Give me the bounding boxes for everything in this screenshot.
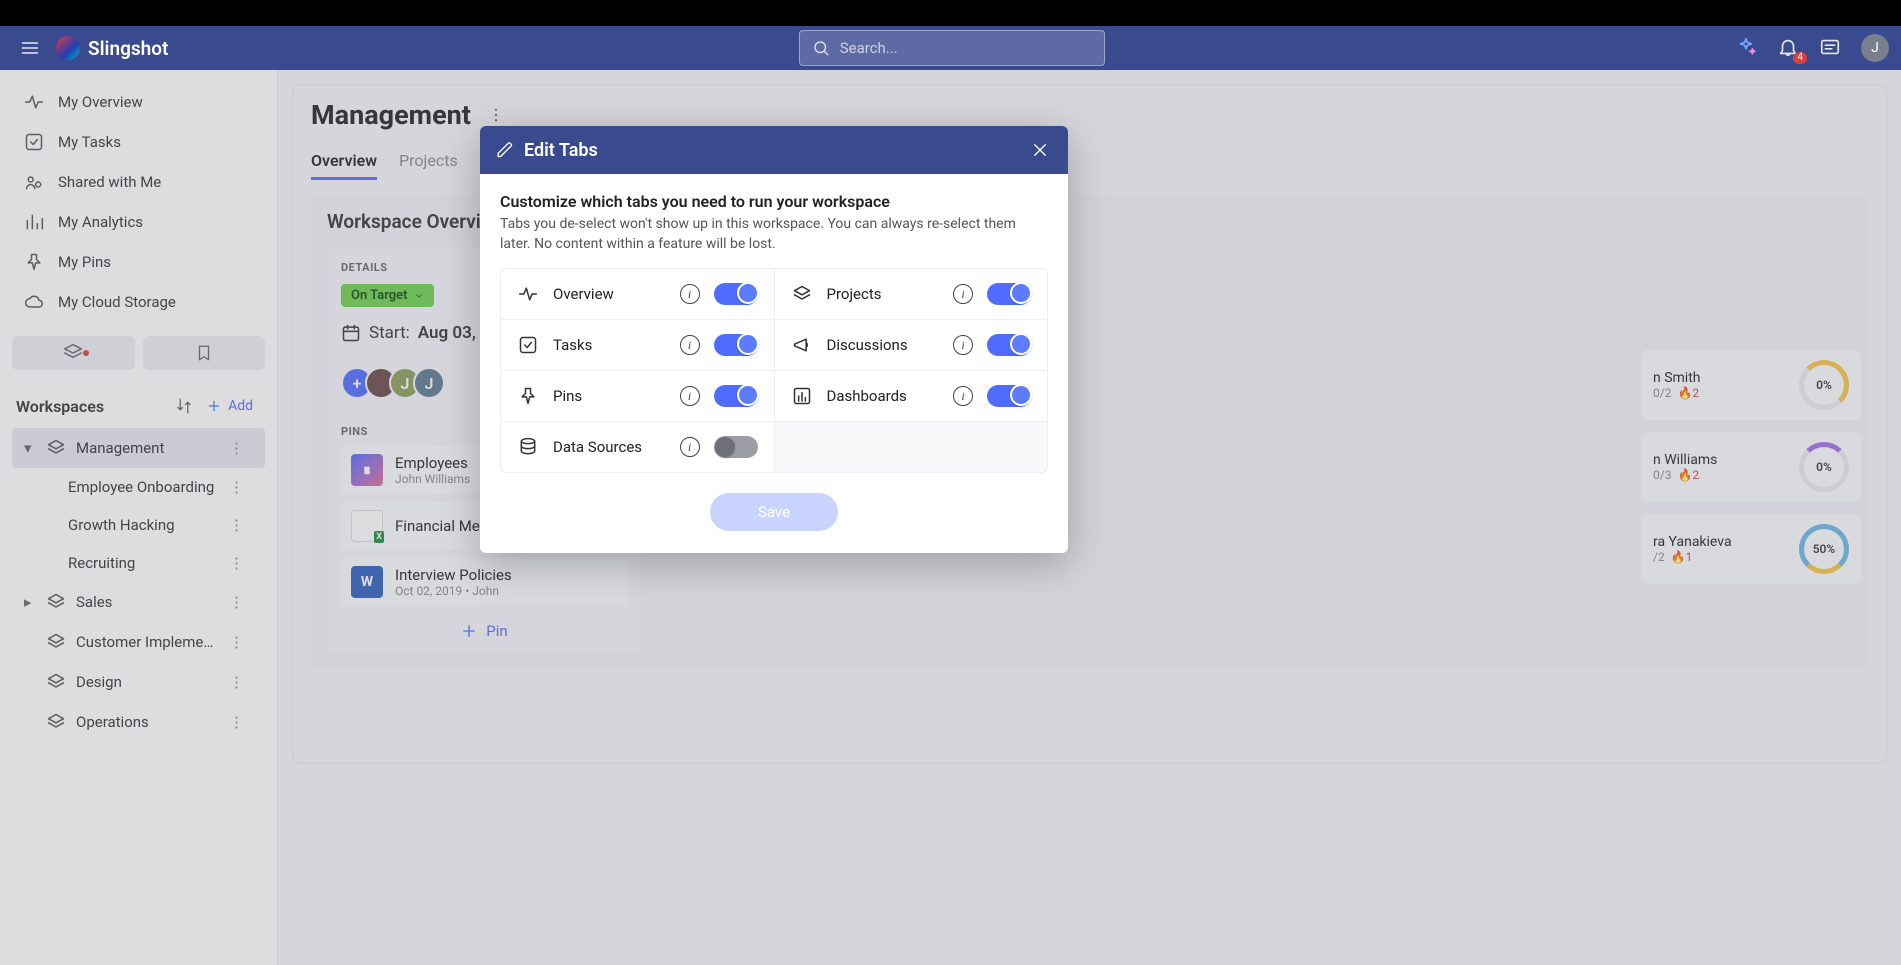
modal-title: Edit Tabs	[524, 140, 1018, 161]
toggle-data-sources[interactable]	[714, 436, 758, 458]
tab-option-tasks: Tasksi	[501, 320, 775, 370]
empty-cell	[775, 422, 1048, 472]
modal-desc: Tabs you de-select won't show up in this…	[500, 215, 1048, 254]
search-icon	[812, 39, 830, 57]
info-icon[interactable]: i	[680, 284, 700, 304]
app-header: Slingshot 4 J	[0, 26, 1901, 70]
edit-tabs-modal: Edit Tabs Customize which tabs you need …	[480, 126, 1068, 553]
tab-option-overview: Overview i	[501, 269, 775, 319]
toggle-discussions[interactable]	[987, 334, 1031, 356]
pencil-icon	[496, 141, 514, 159]
toggle-tasks[interactable]	[714, 334, 758, 356]
toggle-dashboards[interactable]	[987, 385, 1031, 407]
info-icon[interactable]: i	[953, 284, 973, 304]
toggle-overview[interactable]	[714, 283, 758, 305]
tab-option-data-sources: Data Sources i	[501, 422, 775, 472]
tab-option-label: Tasks	[553, 336, 666, 354]
tab-option-label: Projects	[827, 285, 940, 303]
tab-option-dashboards: Dashboards i	[775, 371, 1048, 421]
search-input[interactable]	[840, 39, 1092, 57]
info-icon[interactable]: i	[953, 335, 973, 355]
tab-option-label: Dashboards	[827, 387, 940, 405]
notifications-button[interactable]: 4	[1777, 36, 1801, 60]
brand-logo[interactable]: Slingshot	[56, 36, 168, 60]
toggle-projects[interactable]	[987, 283, 1031, 305]
dashboard-icon	[791, 385, 813, 407]
pin-icon	[517, 385, 539, 407]
tab-option-label: Data Sources	[553, 438, 666, 456]
modal-lead: Customize which tabs you need to run you…	[500, 192, 1048, 211]
toggle-pins[interactable]	[714, 385, 758, 407]
tab-option-discussions: Discussions i	[775, 320, 1048, 370]
megaphone-icon	[791, 334, 813, 356]
database-icon	[517, 436, 539, 458]
info-icon[interactable]: i	[953, 386, 973, 406]
brand-name: Slingshot	[88, 37, 168, 60]
info-icon[interactable]: i	[680, 437, 700, 457]
info-icon[interactable]: i	[680, 386, 700, 406]
check-icon	[517, 334, 539, 356]
tab-option-label: Discussions	[827, 336, 940, 354]
hamburger-menu[interactable]	[12, 30, 48, 66]
ai-sparkle-icon[interactable]	[1735, 36, 1759, 60]
messages-button[interactable]	[1819, 36, 1843, 60]
tab-option-pins: Pinsi	[501, 371, 775, 421]
activity-icon	[517, 283, 539, 305]
global-search[interactable]	[799, 30, 1105, 66]
layers-icon	[791, 283, 813, 305]
tab-option-label: Pins	[553, 387, 666, 405]
close-icon	[1031, 141, 1049, 159]
user-avatar[interactable]: J	[1861, 34, 1889, 62]
tab-option-label: Overview	[553, 285, 666, 303]
info-icon[interactable]: i	[680, 335, 700, 355]
tab-option-projects: Projects i	[775, 269, 1048, 319]
notif-badge: 4	[1793, 52, 1807, 64]
logo-icon	[56, 36, 80, 60]
save-button[interactable]: Save	[710, 493, 838, 531]
close-button[interactable]	[1028, 138, 1052, 162]
